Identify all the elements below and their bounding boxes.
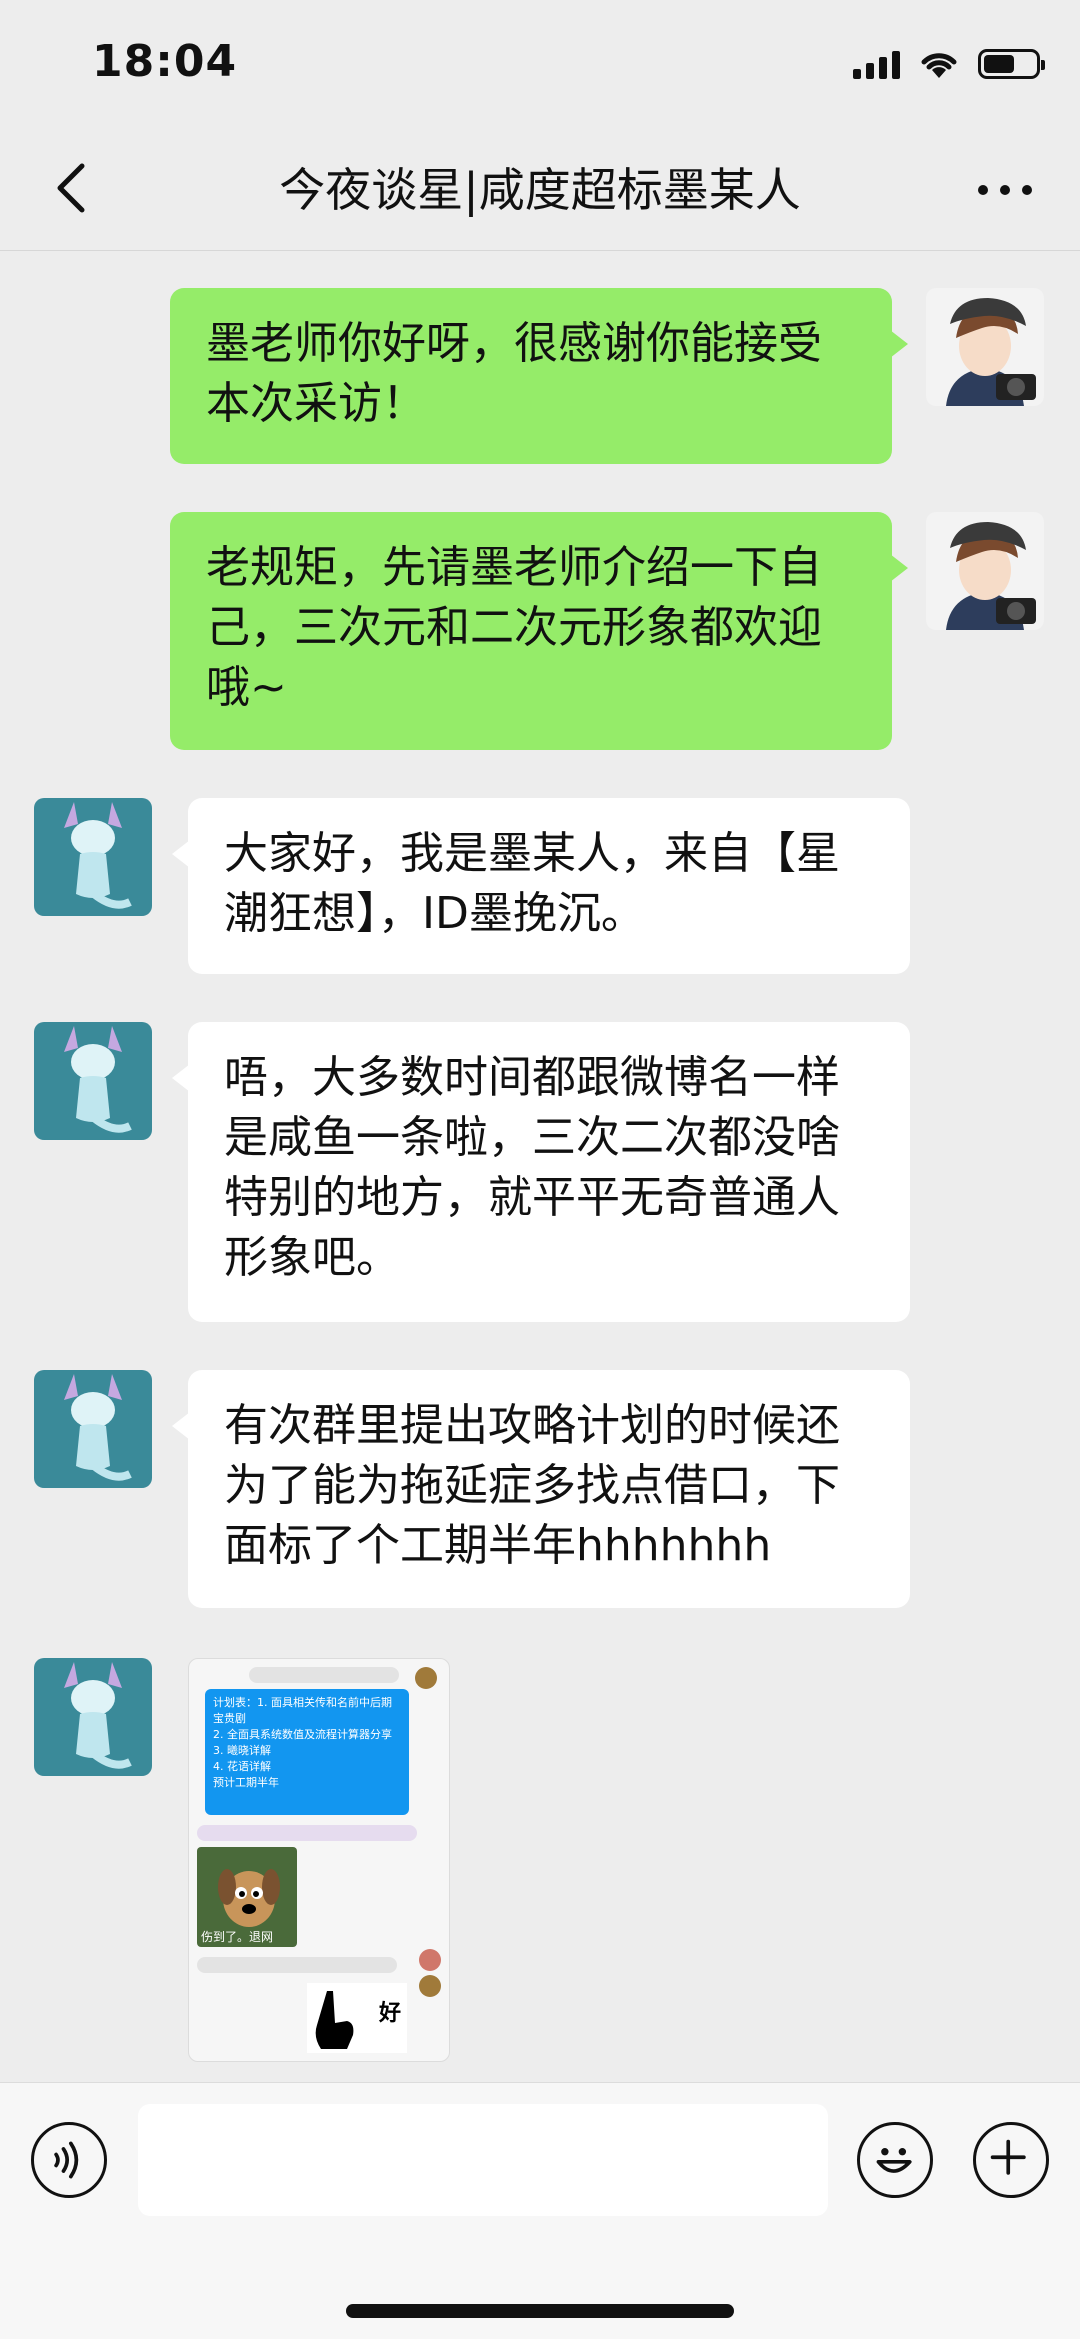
mini-avatar	[419, 1949, 441, 1971]
blurred-name	[197, 1957, 397, 1973]
interviewer-avatar[interactable]	[926, 512, 1044, 630]
chat-screen: 18:04 今夜谈星|咸度超标墨某人 墨老师你好呀，很感谢你能接受本次采访！ 老…	[0, 0, 1080, 2339]
cellular-signal-icon	[853, 49, 900, 79]
message-bubble-received[interactable]: 有次群里提出攻略计划的时候还为了能为拖延症多找点借口，下面标了个工期半年hhhh…	[172, 1370, 910, 1608]
emoji-icon[interactable]	[857, 2122, 933, 2198]
status-time: 18:04	[92, 36, 238, 87]
sticker-label: 好	[378, 2001, 401, 2026]
blurred-name	[197, 1825, 417, 1841]
home-indicator[interactable]	[346, 2304, 734, 2318]
guest-avatar[interactable]	[34, 1370, 152, 1488]
more-dots-icon[interactable]	[970, 160, 1040, 220]
status-bar: 18:04	[0, 0, 1080, 120]
note-line: 4. 花语详解	[213, 1760, 271, 1773]
note-line: 计划表：1. 面具相关传和名前中后期宝贵剧	[213, 1696, 392, 1725]
message-bubble-sent[interactable]: 墨老师你好呀，很感谢你能接受本次采访！	[170, 288, 908, 464]
battery-icon	[978, 49, 1045, 79]
plan-note: 计划表：1. 面具相关传和名前中后期宝贵剧 2. 全面具系统数值及流程计算器分享…	[205, 1689, 409, 1815]
note-line: 3. 曦晓详解	[213, 1744, 271, 1757]
note-line: 2. 全面具系统数值及流程计算器分享	[213, 1728, 392, 1741]
interviewer-avatar[interactable]	[926, 288, 1044, 406]
sticker-caption: 伤到了。退网	[201, 1930, 274, 1944]
chevron-left-icon[interactable]	[44, 158, 104, 218]
message-input[interactable]	[138, 2104, 828, 2216]
guest-avatar[interactable]	[34, 1022, 152, 1140]
message-bubble-received[interactable]: 唔，大多数时间都跟微博名一样是咸鱼一条啦，三次二次都没啥特别的地方，就平平无奇普…	[172, 1022, 910, 1322]
battery-level	[984, 55, 1014, 73]
guest-avatar[interactable]	[34, 1658, 152, 1776]
voice-icon[interactable]	[31, 2122, 107, 2198]
chat-header: 今夜谈星|咸度超标墨某人	[0, 130, 1080, 251]
mini-avatar	[415, 1667, 437, 1689]
plus-icon[interactable]	[973, 2122, 1049, 2198]
message-bubble-sent[interactable]: 老规矩，先请墨老师介绍一下自己，三次元和二次元形象都欢迎哦~	[170, 512, 908, 750]
status-icons	[853, 44, 1045, 84]
wifi-icon	[921, 53, 957, 78]
mini-avatar	[419, 1975, 441, 1997]
hand-icon	[315, 1991, 354, 2049]
ok-hand-sticker: 好	[307, 1983, 407, 2053]
dog-sticker: 伤到了。退网	[197, 1847, 297, 1947]
chat-title: 今夜谈星|咸度超标墨某人	[279, 163, 801, 217]
blurred-name	[249, 1667, 399, 1683]
screenshot-image-message[interactable]: 计划表：1. 面具相关传和名前中后期宝贵剧 2. 全面具系统数值及流程计算器分享…	[188, 1658, 450, 2062]
guest-avatar[interactable]	[34, 798, 152, 916]
message-bubble-received[interactable]: 大家好，我是墨某人，来自【星潮狂想】，ID墨挽沉。	[172, 798, 910, 974]
note-line: 预计工期半年	[213, 1776, 279, 1789]
